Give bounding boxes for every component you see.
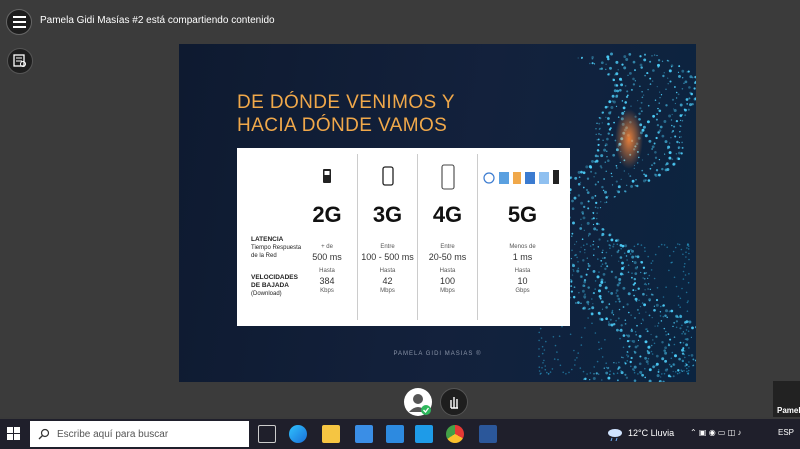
meeting-window: Pamela Gidi Masías #2 está compartiendo … [0,0,800,417]
feature-phone-icon [323,169,331,183]
menu-button[interactable] [6,9,32,35]
slide-footer: PAMELA GIDI MASIAS ® [393,351,482,357]
weather-rain-icon [608,429,622,441]
user-avatar-icon [409,394,431,415]
speed-label: VELOCIDADES DE BAJADA (Download) [251,274,298,297]
participant-thumbnail[interactable]: Pamel [773,381,800,417]
windows-start-icon[interactable] [7,427,21,441]
latency-label: LATENCIA Tiempo Respuesta de la Red [251,236,302,259]
app-l-icon[interactable] [415,425,433,443]
column-4g: 4G Entre 20-50 ms Hasta 100 Mbps [417,154,477,320]
participant-button[interactable] [404,388,432,416]
shared-slide: DE DÓNDE VENIMOS Y HACIA DÓNDE VAMOS LAT… [179,44,696,382]
latency-3g: 100 - 500 ms [361,252,414,262]
speed-5g: 10 [517,276,528,286]
speed-4g: 100 [439,276,456,286]
title-line-1: DE DÓNDE VENIMOS Y [237,92,455,113]
participant-name: Pamel [777,406,800,415]
chrome-icon[interactable] [446,425,464,443]
task-view-icon[interactable] [258,425,276,443]
view-options-button[interactable] [7,48,33,74]
smartphone-icon [382,166,394,186]
iot-devices-icon [483,170,559,184]
column-2g: 2G + de 500 ms Hasta 384 Kbps [297,154,357,320]
latency-5g: 1 ms [512,252,533,262]
column-5g: 5G Menos de 1 ms Hasta 10 Gbps [477,154,567,320]
file-explorer-icon[interactable] [322,425,340,443]
language-indicator[interactable]: ESP [778,428,794,437]
gen-3g: 3G [372,202,403,227]
sharer-text: Pamela Gidi Masías #2 está compartiendo … [40,15,275,26]
tray-icons[interactable]: ⌃ ▣ ◉ ▭ ◫ ♪ [690,428,741,437]
word-icon[interactable] [479,425,497,443]
latency-2g: 500 ms [312,252,342,262]
gen-5g: 5G [507,202,538,227]
comparison-card: LATENCIA Tiempo Respuesta de la Red VELO… [237,148,570,326]
search-icon [38,428,50,440]
taskbar-search[interactable]: Escribe aquí para buscar [30,421,249,447]
windows-taskbar: Escribe aquí para buscar 12°C Lluvia ⌃ ▣… [0,419,800,449]
edge-browser-icon[interactable] [289,425,307,443]
title-line-2: HACIA DÓNDE VAMOS [237,115,448,136]
search-placeholder: Escribe aquí para buscar [57,428,169,440]
gen-2g: 2G [312,202,342,227]
speed-2g: 384 [319,276,335,286]
gen-4g: 4G [432,202,463,227]
raise-hand-icon [450,397,458,409]
latency-4g: 20-50 ms [428,252,467,262]
mail-icon[interactable] [386,425,404,443]
store-icon[interactable] [355,425,373,443]
column-3g: 3G Entre 100 - 500 ms Hasta 42 Mbps [357,154,417,320]
screen-view-icon [13,54,26,67]
raise-hand-button[interactable] [440,388,468,416]
weather-text[interactable]: 12°C Lluvia [628,428,674,438]
speed-3g: 42 [382,276,393,286]
slide-title: DE DÓNDE VENIMOS Y HACIA DÓNDE VAMOS [237,91,455,137]
smartphone-large-icon [441,164,455,190]
